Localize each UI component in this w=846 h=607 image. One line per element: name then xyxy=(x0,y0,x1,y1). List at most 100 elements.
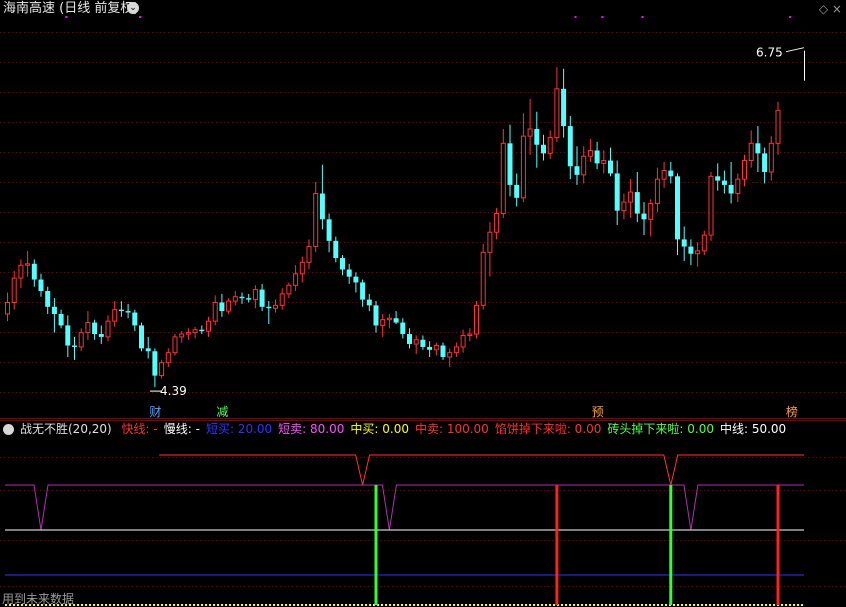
candle[interactable] xyxy=(701,230,707,256)
candle[interactable] xyxy=(480,243,486,310)
candle[interactable] xyxy=(547,130,553,160)
candle[interactable] xyxy=(440,342,446,360)
candle[interactable] xyxy=(614,160,620,226)
candle[interactable] xyxy=(58,309,64,329)
candle[interactable] xyxy=(172,334,178,356)
candle[interactable] xyxy=(266,301,272,324)
candle[interactable] xyxy=(460,329,466,353)
candle[interactable] xyxy=(206,316,211,337)
candle[interactable] xyxy=(675,173,680,256)
candle[interactable] xyxy=(574,146,580,185)
candle[interactable] xyxy=(139,322,144,352)
candle[interactable] xyxy=(654,167,660,213)
window-controls[interactable]: ◇ × xyxy=(819,1,842,17)
candle[interactable] xyxy=(621,193,627,220)
candle[interactable] xyxy=(433,342,439,356)
candle[interactable] xyxy=(748,130,754,168)
candle[interactable] xyxy=(112,301,118,327)
candle[interactable] xyxy=(500,128,506,218)
candle[interactable] xyxy=(527,98,533,155)
candle[interactable] xyxy=(85,311,91,340)
candle[interactable] xyxy=(118,301,124,317)
candle[interactable] xyxy=(145,336,151,359)
chevron-down-icon[interactable]: ⌄ xyxy=(127,2,139,14)
candle[interactable] xyxy=(373,301,379,333)
candle[interactable] xyxy=(38,273,44,297)
candle[interactable] xyxy=(534,111,540,168)
candle[interactable] xyxy=(520,113,526,203)
candle[interactable] xyxy=(333,236,339,263)
candle[interactable] xyxy=(279,288,285,310)
candle[interactable] xyxy=(78,328,84,352)
candle[interactable] xyxy=(695,242,701,267)
candle[interactable] xyxy=(31,259,37,287)
candle[interactable] xyxy=(708,172,714,241)
candle[interactable] xyxy=(742,154,747,187)
candle[interactable] xyxy=(507,124,513,197)
candle[interactable] xyxy=(65,315,71,357)
candle[interactable] xyxy=(487,222,493,277)
candlestick-series[interactable] xyxy=(5,67,781,388)
candle[interactable] xyxy=(226,298,232,314)
candle[interactable] xyxy=(721,170,727,194)
candle[interactable] xyxy=(587,139,593,162)
candle[interactable] xyxy=(400,318,406,339)
candle[interactable] xyxy=(474,301,479,339)
candle[interactable] xyxy=(608,147,613,177)
chart-canvas[interactable]: 6.75 4.39 财 减 预 榜 xyxy=(0,0,846,607)
candle[interactable] xyxy=(72,336,77,360)
candle[interactable] xyxy=(125,303,131,319)
event-label[interactable]: 预 xyxy=(592,405,604,419)
candle[interactable] xyxy=(581,146,587,184)
candle[interactable] xyxy=(467,328,473,342)
candle[interactable] xyxy=(319,164,325,230)
candle[interactable] xyxy=(346,263,352,284)
candle[interactable] xyxy=(561,68,567,138)
candle[interactable] xyxy=(453,342,459,357)
event-label[interactable]: 榜 xyxy=(786,404,798,419)
candle[interactable] xyxy=(5,292,10,322)
candle[interactable] xyxy=(768,136,774,181)
candle[interactable] xyxy=(541,134,546,161)
candle[interactable] xyxy=(252,285,258,309)
candle[interactable] xyxy=(681,226,687,261)
candle[interactable] xyxy=(11,270,17,310)
candle[interactable] xyxy=(407,328,412,349)
candle[interactable] xyxy=(386,313,392,329)
candle[interactable] xyxy=(232,291,238,306)
collapse-icon[interactable] xyxy=(3,424,14,435)
candle[interactable] xyxy=(661,161,667,188)
candle[interactable] xyxy=(192,326,198,339)
candle[interactable] xyxy=(755,126,761,172)
candle[interactable] xyxy=(554,67,560,142)
candle[interactable] xyxy=(601,150,607,174)
candle[interactable] xyxy=(427,341,433,357)
indicator-title[interactable]: 战无不胜(20,20) xyxy=(20,422,112,436)
candle[interactable] xyxy=(668,161,674,184)
candle[interactable] xyxy=(735,173,741,203)
candle[interactable] xyxy=(273,299,278,313)
candle[interactable] xyxy=(775,101,781,155)
candle[interactable] xyxy=(514,173,520,207)
candle[interactable] xyxy=(51,298,57,333)
candle[interactable] xyxy=(648,199,654,237)
event-label[interactable]: 减 xyxy=(216,405,228,419)
candle[interactable] xyxy=(634,172,640,223)
candle[interactable] xyxy=(293,265,299,292)
candle[interactable] xyxy=(641,202,647,236)
candle[interactable] xyxy=(259,283,265,312)
candle[interactable] xyxy=(420,335,426,350)
candle[interactable] xyxy=(18,259,24,289)
candle[interactable] xyxy=(185,328,191,340)
candle[interactable] xyxy=(92,319,98,340)
candle[interactable] xyxy=(366,293,372,312)
candle[interactable] xyxy=(132,309,138,332)
candle[interactable] xyxy=(413,335,419,355)
candle[interactable] xyxy=(212,295,218,326)
candle[interactable] xyxy=(567,116,573,180)
candle[interactable] xyxy=(45,286,51,314)
candle[interactable] xyxy=(594,141,600,170)
candle[interactable] xyxy=(393,311,399,324)
chart-title[interactable]: 海南高速 (日线 前复权) xyxy=(3,1,138,17)
event-label[interactable]: 财 xyxy=(149,405,161,419)
